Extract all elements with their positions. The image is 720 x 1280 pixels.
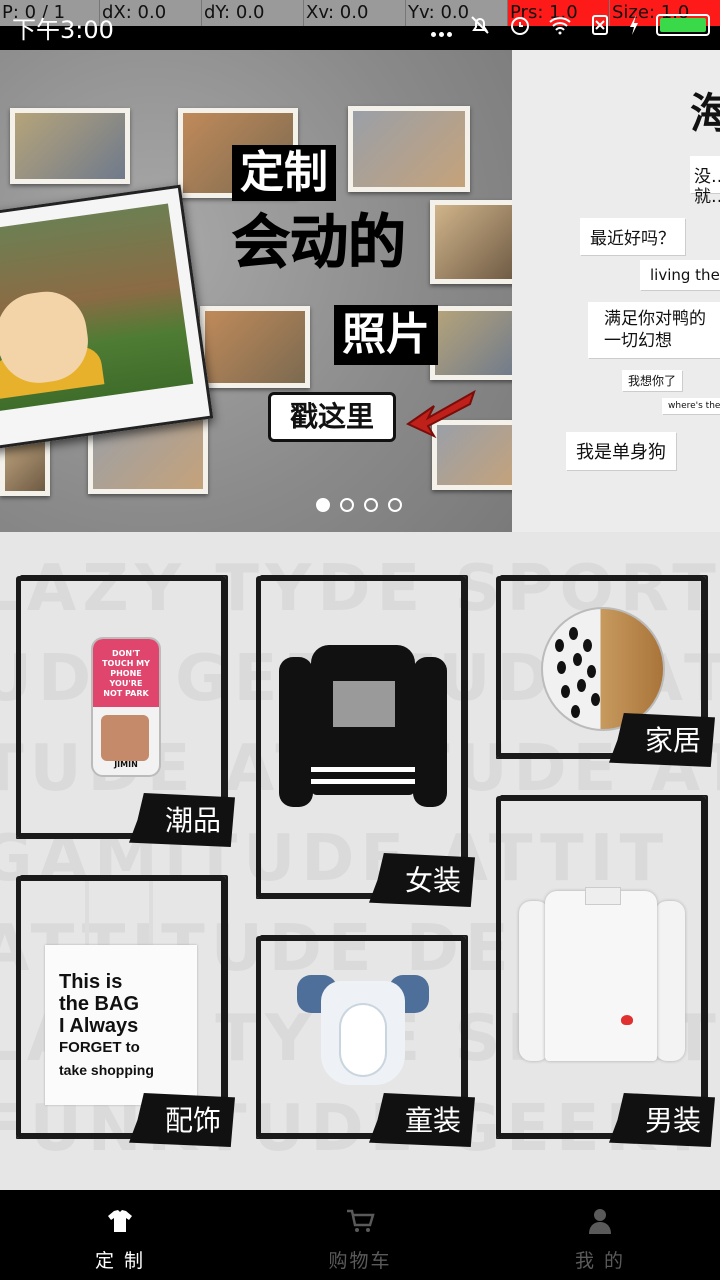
category-tile-accessories[interactable]: This is the BAG I Always FORGET to take … [16,876,235,1147]
charging-icon [628,13,640,37]
wifi-icon [548,13,572,37]
more-notifications-icon [431,13,452,37]
no-sim-icon [588,13,612,37]
promo-banner-carousel[interactable]: 定制 会动的 照片 戳这里 海 没… 就… 最近好吗？ living the 满… [0,50,720,532]
battery-icon [656,14,710,36]
tshirt-icon [108,1210,132,1232]
plate-image [541,607,665,731]
chat-bubble: 我想你了 [622,370,683,391]
bottom-navigation: 定 制 购物车 我 的 [0,1190,720,1280]
status-time: 下午3:00 [12,16,114,44]
wall-photo [200,306,310,388]
category-label-home: 家居 [608,713,715,767]
shirt-image [515,881,691,1071]
status-bar: P: 0 / 1 dX: 0.0 dY: 0.0 Xv: 0.0 Yv: 0.0… [0,0,720,50]
headline-line-2: 会动的 [231,208,407,277]
headline-line-3: 照片 [334,305,438,365]
wall-photo [430,200,512,284]
pager-dot[interactable] [388,498,402,512]
wall-photo [430,306,512,380]
debug-dy: dY: 0.0 [202,0,304,26]
chat-bubble: 满足你对鸭的 一切幻想 [588,302,720,358]
chat-bubble: 我是单身狗 [566,432,676,470]
polaroid-photo [0,184,214,452]
category-label-kids: 童装 [368,1093,475,1147]
banner-slide-custom-photo[interactable]: 定制 会动的 照片 戳这里 [0,50,512,532]
pager-dot-active[interactable] [316,498,330,512]
chat-bubble: 最近好吗？ [580,218,685,255]
nav-tab-cart[interactable]: 购物车 [240,1190,480,1280]
category-tile-women[interactable]: 女装 [256,576,475,907]
category-tile-kids[interactable]: 童装 [256,936,475,1147]
cart-icon [347,1209,375,1232]
category-label-trendy: 潮品 [128,793,235,847]
category-tile-trendy[interactable]: DON'T TOUCH MY PHONE YOU'RE NOT PARK JIM… [16,576,235,847]
category-label-men: 男装 [608,1093,715,1147]
red-arrow-icon [405,389,476,439]
chat-bubble: 就… [694,187,720,207]
phone-case-image: DON'T TOUCH MY PHONE YOU'RE NOT PARK JIM… [91,637,161,777]
wall-photo [10,108,130,184]
debug-xv: Xv: 0.0 [304,0,406,26]
tote-bag-image: This is the BAG I Always FORGET to take … [45,881,205,1111]
category-tile-home[interactable]: 家居 [496,576,715,767]
wall-photo [348,106,470,192]
carousel-pager [316,498,402,512]
mute-bell-icon [468,13,492,37]
category-label-accessories: 配饰 [128,1093,235,1147]
pager-dot[interactable] [340,498,354,512]
category-tile-men[interactable]: 男装 [496,796,715,1147]
pager-dot[interactable] [364,498,378,512]
next-slide-title: 海 [690,89,720,138]
person-icon [589,1209,611,1234]
headline-line-1: 定制 [232,145,336,201]
nav-label-profile: 我 的 [574,1250,626,1272]
category-grid: LAZY TYDE SPORT UDE GEEKTUDE ATTI TUDE A… [0,532,720,1190]
nav-tab-profile[interactable]: 我 的 [480,1190,720,1280]
banner-cta-button[interactable]: 戳这里 [268,392,396,442]
debug-dx: dX: 0.0 [100,0,202,26]
category-label-women: 女装 [368,853,475,907]
hoodie-image [275,617,451,847]
chat-bubble: where's the fo [662,398,720,414]
nav-label-customize: 定 制 [94,1250,146,1272]
alarm-icon [508,13,532,37]
status-icons [431,12,710,38]
nav-tab-customize[interactable]: 定 制 [0,1190,240,1280]
nav-label-cart: 购物车 [328,1250,392,1272]
banner-slide-next[interactable]: 海 没… 就… 最近好吗？ living the 满足你对鸭的 一切幻想 我想你… [512,50,720,532]
chat-bubble: living the [640,260,720,290]
onesie-image [297,961,433,1101]
